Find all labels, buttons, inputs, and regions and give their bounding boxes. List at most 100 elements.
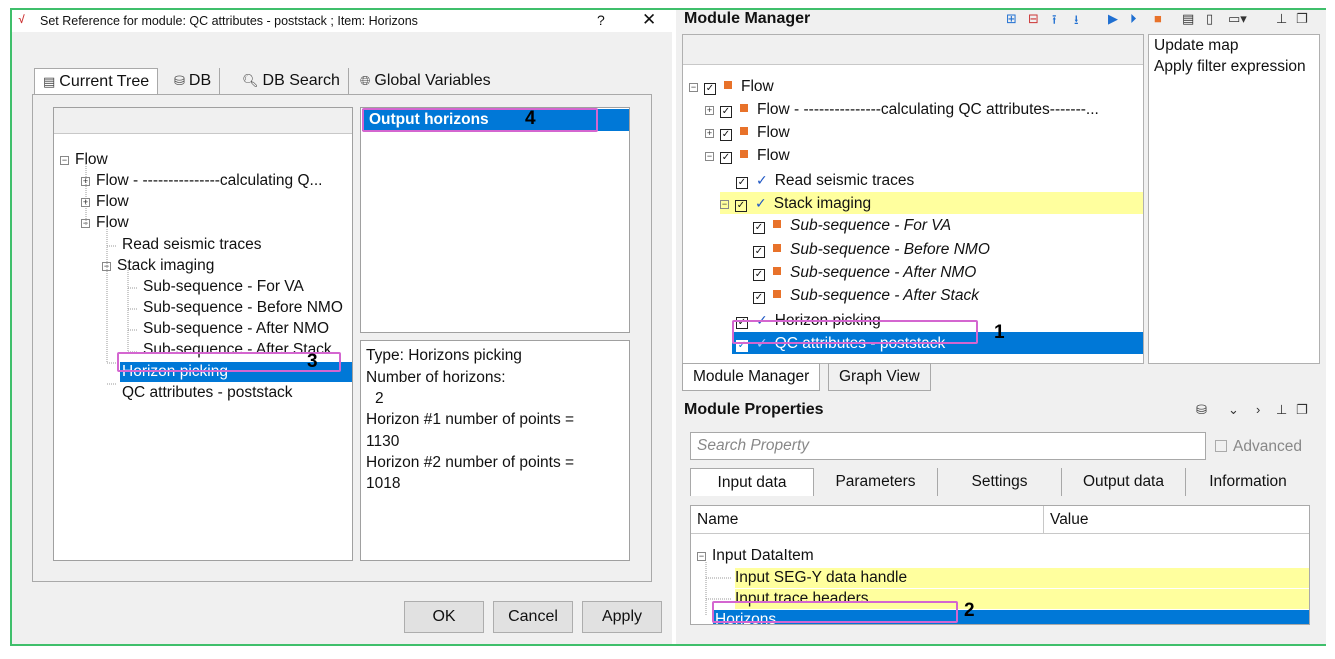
collapse-icon[interactable]: − — [689, 83, 698, 92]
run-step-icon[interactable]: ⏵ — [1130, 11, 1137, 27]
tree-item[interactable]: Sub-sequence - After NMO — [143, 319, 329, 339]
flow-marker-icon — [740, 127, 748, 135]
set-reference-dialog: √ Set Reference for module: QC attribute… — [12, 10, 672, 644]
module-checkbox[interactable]: ✓ — [753, 246, 765, 258]
tree-item[interactable]: Read seismic traces — [122, 235, 262, 255]
tree-item[interactable]: QC attributes - poststack — [122, 383, 293, 403]
tree-item[interactable]: − Flow — [60, 150, 108, 170]
tree-item[interactable]: Sub-sequence - Before NMO — [143, 298, 343, 318]
log-icon[interactable]: ▤ — [1182, 11, 1194, 27]
tab-information[interactable]: Information — [1186, 468, 1310, 496]
tab-parameters[interactable]: Parameters — [814, 468, 938, 496]
module-row[interactable]: ✓ Sub-sequence - Before NMO — [753, 239, 990, 261]
flow-marker-icon — [773, 290, 781, 298]
apply-button[interactable]: Apply — [582, 601, 662, 633]
module-row[interactable]: − ✓ Flow — [705, 145, 790, 167]
module-checkbox[interactable]: ✓ — [720, 129, 732, 141]
tree-item[interactable]: − Flow — [81, 213, 129, 233]
info-horizon-count: 2 — [375, 390, 384, 407]
collapse-icon[interactable]: − — [720, 200, 729, 209]
restore-icon[interactable]: ❐ — [1296, 11, 1308, 27]
module-row-highlighted[interactable]: − ✓ ✓ Stack imaging — [720, 192, 1143, 214]
module-checkbox[interactable]: ✓ — [735, 200, 747, 212]
close-button[interactable]: ✕ — [642, 10, 656, 30]
module-row[interactable]: + ✓ Flow - ---------------calculating QC a… — [705, 99, 1099, 121]
module-checkbox[interactable]: ✓ — [736, 177, 748, 189]
grid-header: Name Value — [691, 506, 1309, 534]
search-property-input[interactable]: Search Property — [690, 432, 1206, 460]
callout-number-4: 4 — [525, 108, 536, 129]
chevron-down-icon[interactable]: ⌄ — [1228, 402, 1239, 418]
expand-icon[interactable]: + — [81, 198, 90, 207]
tab-output-data[interactable]: Output data — [1062, 468, 1186, 496]
run-icon[interactable]: ▶ — [1108, 11, 1118, 27]
module-checkbox[interactable]: ✓ — [753, 269, 765, 281]
collapse-icon[interactable]: − — [81, 219, 90, 228]
tree-item[interactable]: + Flow — [81, 192, 129, 212]
chevron-right-icon[interactable]: › — [1256, 402, 1260, 417]
tree-icon: ▤ — [43, 74, 56, 89]
restore-icon[interactable]: ❐ — [1296, 402, 1308, 418]
column-divider[interactable] — [1043, 506, 1044, 534]
module-checkbox[interactable]: ✓ — [720, 106, 732, 118]
tab-input-data[interactable]: Input data — [690, 468, 814, 496]
tab-global-variables[interactable]: 🌐︎ Global Variables — [352, 68, 499, 95]
advanced-checkbox[interactable]: Advanced — [1215, 438, 1302, 456]
tab-settings[interactable]: Settings — [938, 468, 1062, 496]
save-props-icon[interactable]: ⛁ — [1196, 402, 1207, 418]
callout-box-1 — [732, 320, 978, 344]
pin-icon[interactable]: ⊥ — [1276, 402, 1287, 418]
page-icon[interactable]: ▯ — [1206, 11, 1213, 27]
pin-icon[interactable]: ⊥ — [1276, 11, 1287, 27]
callout-number-1: 1 — [994, 322, 1005, 343]
move-up-icon[interactable]: ⭱ — [1052, 11, 1057, 33]
window-menu-icon[interactable]: ▭▾ — [1228, 11, 1247, 27]
flow-tree: − Flow + Flow - ---------------calculating… — [53, 107, 353, 561]
grid-row-highlighted[interactable]: Input SEG-Y data handle — [735, 568, 1309, 588]
module-checkbox[interactable]: ✓ — [753, 292, 765, 304]
tree-item[interactable]: − Stack imaging — [102, 256, 214, 276]
module-row[interactable]: ✓ ✓ Read seismic traces — [736, 169, 914, 191]
collapse-icon[interactable]: − — [102, 262, 111, 271]
collapse-icon[interactable]: − — [697, 552, 706, 561]
flow-marker-icon — [740, 150, 748, 158]
cancel-button[interactable]: Cancel — [493, 601, 573, 633]
stop-icon[interactable]: ■ — [1154, 11, 1162, 26]
remove-module-icon[interactable]: ⊟ — [1028, 11, 1039, 27]
side-item-update-map[interactable]: Update map — [1154, 37, 1238, 55]
module-row[interactable]: − ✓ Flow — [689, 76, 774, 98]
help-button[interactable]: ? — [597, 12, 605, 28]
tree-item[interactable]: Sub-sequence - For VA — [143, 277, 304, 297]
checkbox-box[interactable] — [1215, 440, 1227, 452]
module-row[interactable]: ✓ Sub-sequence - After NMO — [753, 262, 976, 284]
side-item-apply-filter[interactable]: Apply filter expression — [1154, 58, 1306, 76]
flow-marker-icon — [740, 104, 748, 112]
tab-current-tree[interactable]: ▤ Current Tree — [34, 68, 159, 96]
move-down-icon[interactable]: ⭳ — [1074, 11, 1079, 33]
module-checkbox[interactable]: ✓ — [753, 222, 765, 234]
expand-icon[interactable]: + — [705, 129, 714, 138]
add-module-icon[interactable]: ⊞ — [1006, 11, 1017, 27]
tab-db[interactable]: ⛁ DB — [166, 68, 221, 95]
module-row[interactable]: + ✓ Flow — [705, 122, 790, 144]
module-checkbox[interactable]: ✓ — [720, 152, 732, 164]
callout-box-4 — [362, 108, 598, 132]
expand-icon[interactable]: + — [81, 177, 90, 186]
tab-module-manager[interactable]: Module Manager — [682, 363, 821, 391]
column-value[interactable]: Value — [1050, 511, 1089, 529]
expand-icon[interactable]: + — [705, 106, 714, 115]
module-row[interactable]: ✓ Sub-sequence - After Stack — [753, 285, 979, 307]
tab-graph-view[interactable]: Graph View — [828, 363, 931, 391]
tree-item[interactable]: + Flow - ---------------calculating Q... — [81, 171, 322, 191]
ok-button[interactable]: OK — [404, 601, 484, 633]
module-checkbox[interactable]: ✓ — [704, 83, 716, 95]
module-properties-title: Module Properties — [684, 401, 824, 418]
info-h2-value: 1018 — [366, 475, 401, 492]
collapse-icon[interactable]: − — [60, 156, 69, 165]
collapse-icon[interactable]: − — [705, 152, 714, 161]
grid-row[interactable]: − Input DataItem — [697, 546, 814, 566]
flow-marker-icon — [773, 244, 781, 252]
module-row[interactable]: ✓ Sub-sequence - For VA — [753, 215, 951, 237]
tab-db-search[interactable]: 🔍︎ DB Search — [234, 68, 349, 95]
dialog-title: Set Reference for module: QC attributes … — [40, 14, 418, 28]
